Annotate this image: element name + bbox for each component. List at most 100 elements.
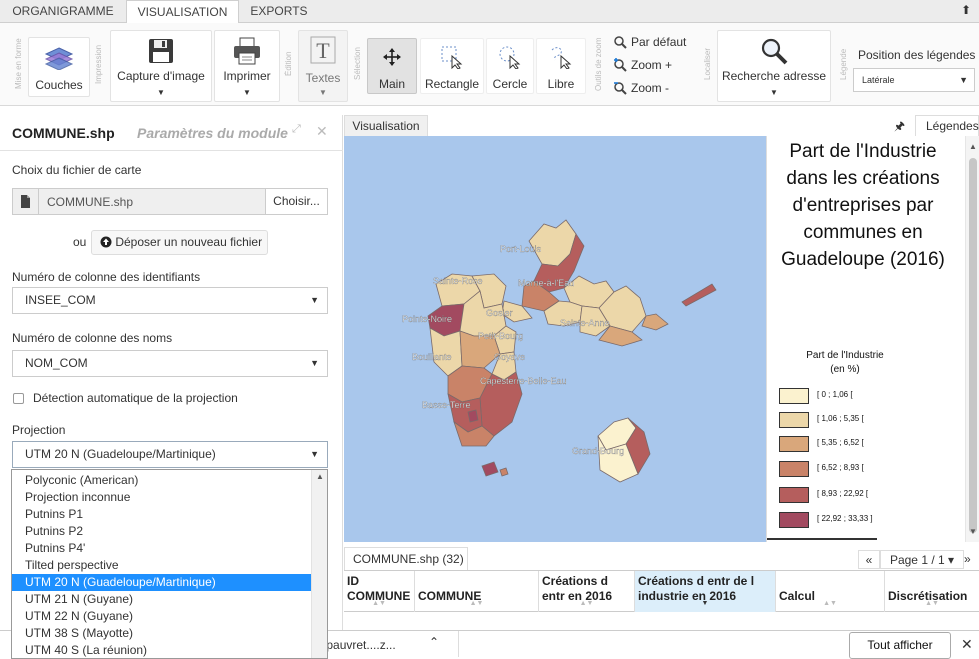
- place-label: Morne-à-l'Eau: [518, 278, 574, 288]
- tab-exports[interactable]: EXPORTS: [239, 0, 319, 23]
- column-header-sorted[interactable]: Créations d entr de l industrie en 2016 …: [635, 571, 776, 612]
- projection-option[interactable]: Polyconic (American): [12, 472, 312, 489]
- table-tab[interactable]: COMMUNE.shp (32): [344, 547, 468, 570]
- sort-desc-icon[interactable]: ▼: [635, 596, 775, 611]
- projection-option[interactable]: Putnins P4': [12, 540, 312, 557]
- pin-icon[interactable]: 🖈: [894, 117, 905, 138]
- zoom-out-button[interactable]: Zoom -: [611, 79, 701, 97]
- libre-tool-button[interactable]: Libre: [536, 38, 586, 94]
- capture-caret-icon: ▼: [157, 88, 165, 97]
- les-saintes-commune[interactable]: [499, 467, 509, 477]
- pager-next-button[interactable]: »: [964, 550, 979, 569]
- projection-select[interactable]: UTM 20 N (Guadeloupe/Martinique) ▼: [12, 441, 328, 468]
- legendes-tab[interactable]: Légendes: [915, 115, 979, 136]
- sort-icon[interactable]: ▲▼: [415, 596, 538, 611]
- zoom-in-icon: [614, 58, 627, 72]
- legend-scrollbar[interactable]: ▲ ▼: [965, 136, 979, 542]
- pager-prev-button[interactable]: «: [858, 550, 880, 569]
- close-icon[interactable]: ✕: [961, 636, 973, 653]
- scroll-down-icon[interactable]: ▼: [969, 527, 977, 536]
- cercle-tool-button[interactable]: Cercle: [486, 38, 534, 94]
- capture-image-button[interactable]: Capture d'image ▼: [110, 30, 212, 102]
- pager-select[interactable]: Page 1 / 1 ▾: [880, 550, 964, 569]
- scroll-up-icon[interactable]: ▲: [316, 472, 324, 481]
- sort-icon[interactable]: ▲▼: [776, 596, 884, 611]
- scroll-up-icon[interactable]: ▲: [969, 142, 977, 151]
- guadeloupe-map[interactable]: Port-Louis Sainte-Rose Morne-à-l'Eau Poi…: [344, 136, 766, 542]
- upload-file-button[interactable]: Déposer un nouveau fichier: [91, 230, 268, 255]
- close-icon[interactable]: ✕: [316, 123, 328, 140]
- scrollbar-thumb[interactable]: [969, 158, 977, 533]
- zoom-in-button[interactable]: Zoom +: [611, 56, 701, 74]
- expand-icon[interactable]: ⤢: [292, 123, 301, 136]
- imprimer-button[interactable]: Imprimer ▼: [214, 30, 280, 102]
- place-label: Capesterre-Belle-Eau: [480, 376, 567, 386]
- projection-option[interactable]: UTM 40 S (La réunion): [12, 642, 312, 658]
- zoom-default-button[interactable]: Par défaut: [611, 33, 701, 51]
- legend-range: [ 8,93 ; 22,92 [: [817, 489, 869, 498]
- legend-range: [ 0 ; 1,06 [: [817, 390, 853, 399]
- search-icon: [761, 38, 788, 65]
- column-header[interactable]: COMMUNE ▲▼: [415, 571, 539, 612]
- dropdown-scrollbar[interactable]: ▲: [311, 470, 327, 658]
- show-all-button[interactable]: Tout afficher: [849, 632, 951, 659]
- map-canvas[interactable]: Port-Louis Sainte-Rose Morne-à-l'Eau Poi…: [344, 136, 766, 542]
- recherche-adresse-button[interactable]: Recherche adresse ▼: [717, 30, 831, 102]
- id-column-label: Numéro de colonne des identifiants: [12, 270, 201, 284]
- circle-select-icon: [499, 46, 521, 69]
- floppy-disk-icon: [149, 39, 173, 63]
- legend-swatch: [779, 388, 809, 404]
- imprimer-caret-icon: ▼: [243, 88, 251, 97]
- ribbon-tabs: ORGANIGRAMME VISUALISATION EXPORTS ⬆: [0, 0, 979, 24]
- name-column-select[interactable]: NOM_COM ▼: [12, 350, 328, 377]
- collapse-ribbon-icon[interactable]: ⬆: [961, 3, 971, 17]
- textes-button[interactable]: T Textes ▼: [298, 30, 348, 102]
- panel-header: COMMUNE.shp Paramètres du module ⤢ ✕: [0, 115, 343, 151]
- column-header-line1: [418, 574, 535, 589]
- main-tool-button[interactable]: Main: [367, 38, 417, 94]
- projection-option[interactable]: UTM 22 N (Guyane): [12, 608, 312, 625]
- projection-option[interactable]: Tilted perspective: [12, 557, 312, 574]
- tab-visualisation[interactable]: VISUALISATION: [126, 0, 239, 24]
- projection-option[interactable]: UTM 21 N (Guyane): [12, 591, 312, 608]
- sort-icon[interactable]: ▲▼: [344, 596, 414, 611]
- chevron-up-icon[interactable]: ⌃: [429, 635, 439, 649]
- module-settings-panel: COMMUNE.shp Paramètres du module ⤢ ✕ Cho…: [0, 115, 343, 659]
- sort-icon[interactable]: ▲▼: [539, 596, 634, 611]
- name-column-value: NOM_COM: [25, 356, 88, 370]
- column-header[interactable]: Calcul ▲▼: [776, 571, 885, 612]
- rectangle-tool-button[interactable]: Rectangle: [420, 38, 484, 94]
- visualisation-tab[interactable]: Visualisation: [344, 115, 428, 136]
- tab-organigramme[interactable]: ORGANIGRAMME: [0, 0, 126, 23]
- choose-file-button[interactable]: Choisir...: [265, 189, 327, 214]
- legend-swatch: [779, 436, 809, 452]
- projection-option[interactable]: Putnins P2: [12, 523, 312, 540]
- projection-option[interactable]: Putnins P1: [12, 506, 312, 523]
- couches-button[interactable]: Couches: [28, 37, 90, 97]
- legend-position-title: Position des légendes: [858, 48, 976, 62]
- legend-swatch: [779, 512, 809, 528]
- chevron-down-icon: ▼: [310, 449, 319, 459]
- place-label: Grand-Bourg: [572, 446, 624, 456]
- legend-position-select[interactable]: Latérale ▼: [853, 68, 975, 92]
- column-header[interactable]: ID COMMUNE ▲▼: [344, 571, 415, 612]
- auto-detect-checkbox[interactable]: [13, 393, 24, 404]
- projection-option[interactable]: UTM 38 S (Mayotte): [12, 625, 312, 642]
- sort-icon[interactable]: ▲▼: [885, 596, 979, 611]
- or-label: ou: [73, 235, 87, 249]
- legend-subtitle-unit: (en %): [830, 364, 860, 375]
- place-label: Petit-Bourg: [478, 331, 523, 341]
- map-legend: Part de l'Industrie dans les créations d…: [766, 136, 965, 542]
- projection-option-selected[interactable]: UTM 20 N (Guadeloupe/Martinique): [12, 574, 312, 591]
- group-label-selection: Sélection: [353, 47, 362, 81]
- column-header[interactable]: Discrétisation ▲▼: [885, 571, 979, 612]
- capture-image-label: Capture d'image: [117, 69, 205, 83]
- place-label: Gosier: [486, 308, 513, 318]
- id-column-select[interactable]: INSEE_COM ▼: [12, 287, 328, 314]
- textes-label: Textes: [305, 71, 341, 85]
- file-icon: [13, 189, 39, 214]
- printer-icon: [234, 37, 260, 65]
- projection-option[interactable]: Projection inconnue: [12, 489, 312, 506]
- column-header[interactable]: Créations d entr en 2016 ▲▼: [539, 571, 635, 612]
- cercle-label: Cercle: [492, 77, 528, 91]
